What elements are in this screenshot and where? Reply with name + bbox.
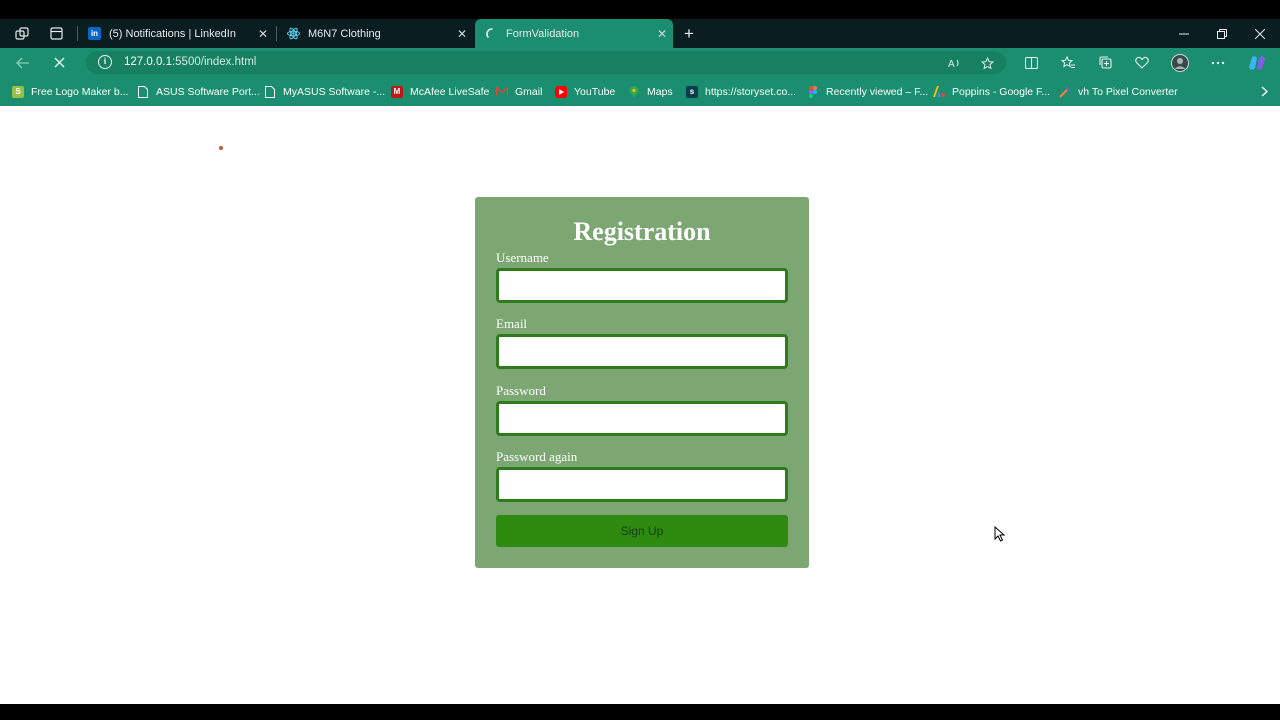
password-label: Password xyxy=(496,383,546,398)
bookmark-youtube[interactable]: YouTube xyxy=(555,77,615,106)
bookmark-label: Poppins - Google F... xyxy=(952,85,1051,98)
close-icon[interactable]: ✕ xyxy=(252,27,274,41)
browser-essentials-icon[interactable] xyxy=(1127,48,1157,77)
svg-text:A: A xyxy=(948,59,955,69)
storyset-icon: s xyxy=(686,85,698,98)
address-url[interactable]: 127.0.0.1:5500/index.html xyxy=(124,56,256,68)
browser-window: in (5) Notifications | LinkedIn ✕ M6N7 C… xyxy=(0,0,1280,720)
tab-linkedin[interactable]: in (5) Notifications | LinkedIn ✕ xyxy=(78,19,274,48)
close-window-icon[interactable] xyxy=(1241,19,1279,48)
new-tab-button[interactable]: + xyxy=(678,19,700,48)
copilot-icon[interactable] xyxy=(1242,48,1272,77)
more-menu-icon[interactable] xyxy=(1203,48,1233,77)
password-again-label: Password again xyxy=(496,449,578,464)
bookmark-label: McAfee LiveSafe xyxy=(410,85,490,98)
tab-formvalidation[interactable]: FormValidation ✕ xyxy=(475,19,673,48)
bookmark-gmail[interactable]: Gmail xyxy=(496,77,542,106)
email-input[interactable] xyxy=(496,334,788,369)
tab-m6n7-clothing[interactable]: M6N7 Clothing ✕ xyxy=(277,19,473,48)
tab-actions-icon[interactable] xyxy=(38,19,74,48)
bookmark-asus-software-portal[interactable]: ASUS Software Port... xyxy=(137,77,260,106)
restore-icon[interactable] xyxy=(1203,19,1241,48)
avatar[interactable] xyxy=(1165,48,1195,77)
bookmark-label: Free Logo Maker b... xyxy=(31,85,129,98)
bookmark-free-logo-maker[interactable]: S Free Logo Maker b... xyxy=(12,77,128,106)
linkedin-icon: in xyxy=(88,27,101,40)
chevron-right-icon[interactable] xyxy=(1261,77,1268,106)
stop-loading-icon[interactable] xyxy=(44,48,74,77)
favorite-star-icon[interactable] xyxy=(978,54,996,72)
collections-icon[interactable] xyxy=(1090,48,1120,77)
workspaces-icon[interactable] xyxy=(4,19,40,48)
url-host: 127.0.0.1 xyxy=(124,56,172,68)
react-icon xyxy=(287,27,300,40)
read-aloud-icon[interactable]: A xyxy=(946,54,964,72)
bottom-letterbox xyxy=(0,704,1280,720)
tab-title: FormValidation xyxy=(506,27,580,40)
password-input[interactable] xyxy=(496,401,788,436)
google-fonts-icon xyxy=(933,86,945,98)
bookmark-label: MyASUS Software -... xyxy=(283,85,386,98)
bookmark-poppins-google-fonts[interactable]: Poppins - Google F... xyxy=(933,77,1050,106)
mcafee-icon: M xyxy=(391,85,403,98)
bookmark-myasus-software[interactable]: MyASUS Software -... xyxy=(264,77,385,106)
sign-up-button[interactable]: Sign Up xyxy=(496,515,788,547)
tab-title: M6N7 Clothing xyxy=(308,27,381,40)
navigation-toolbar: i 127.0.0.1:5500/index.html A xyxy=(0,48,1280,77)
minimize-icon[interactable] xyxy=(1165,19,1203,48)
converter-icon xyxy=(1059,85,1071,98)
gmail-icon xyxy=(496,86,508,98)
registration-form: Registration Username Email Password Pas… xyxy=(475,197,809,568)
bookmarks-bar: S Free Logo Maker b... ASUS Software Por… xyxy=(0,77,1280,106)
bookmark-label: ASUS Software Port... xyxy=(156,85,260,98)
back-icon[interactable] xyxy=(8,48,38,77)
page-viewport: Registration Username Email Password Pas… xyxy=(0,106,1280,704)
loading-icon xyxy=(485,27,498,40)
page-icon xyxy=(137,85,149,98)
bookmark-label: https://storyset.co... xyxy=(705,85,797,98)
bookmark-vh-to-pixel-converter[interactable]: vh To Pixel Converter xyxy=(1059,77,1178,106)
bookmark-label: vh To Pixel Converter xyxy=(1078,85,1178,98)
site-info-icon[interactable]: i xyxy=(98,55,112,69)
bookmark-mcafee-livesafe[interactable]: M McAfee LiveSafe xyxy=(391,77,489,106)
figma-icon xyxy=(807,85,819,98)
password-again-input[interactable] xyxy=(496,467,788,502)
close-icon[interactable]: ✕ xyxy=(651,27,673,41)
page-icon xyxy=(264,85,276,98)
bookmark-figma-recently-viewed[interactable]: Recently viewed – F... xyxy=(807,77,928,106)
youtube-icon xyxy=(555,85,567,98)
tab-title: (5) Notifications | LinkedIn xyxy=(109,27,236,40)
split-screen-icon[interactable] xyxy=(1016,48,1046,77)
bookmark-label: Gmail xyxy=(515,85,543,98)
maps-icon xyxy=(628,85,640,98)
decorative-dot xyxy=(219,146,223,150)
username-label: Username xyxy=(496,250,549,265)
mouse-cursor-icon xyxy=(994,525,1006,542)
email-label: Email xyxy=(496,316,528,331)
bookmark-label: Maps xyxy=(647,85,673,98)
close-icon[interactable]: ✕ xyxy=(451,27,473,41)
bookmark-maps[interactable]: Maps xyxy=(628,77,673,106)
tab-strip: in (5) Notifications | LinkedIn ✕ M6N7 C… xyxy=(0,19,1280,48)
bookmark-storyset[interactable]: s https://storyset.co... xyxy=(686,77,796,106)
bookmark-label: YouTube xyxy=(574,85,616,98)
address-bar[interactable]: i 127.0.0.1:5500/index.html A xyxy=(86,51,1006,74)
form-title: Registration xyxy=(573,217,711,246)
username-input[interactable] xyxy=(496,268,788,303)
favorites-icon[interactable] xyxy=(1053,48,1083,77)
bookmark-label: Recently viewed – F... xyxy=(826,85,929,98)
shopify-icon: S xyxy=(12,85,24,98)
url-path: :5500/index.html xyxy=(171,56,257,68)
